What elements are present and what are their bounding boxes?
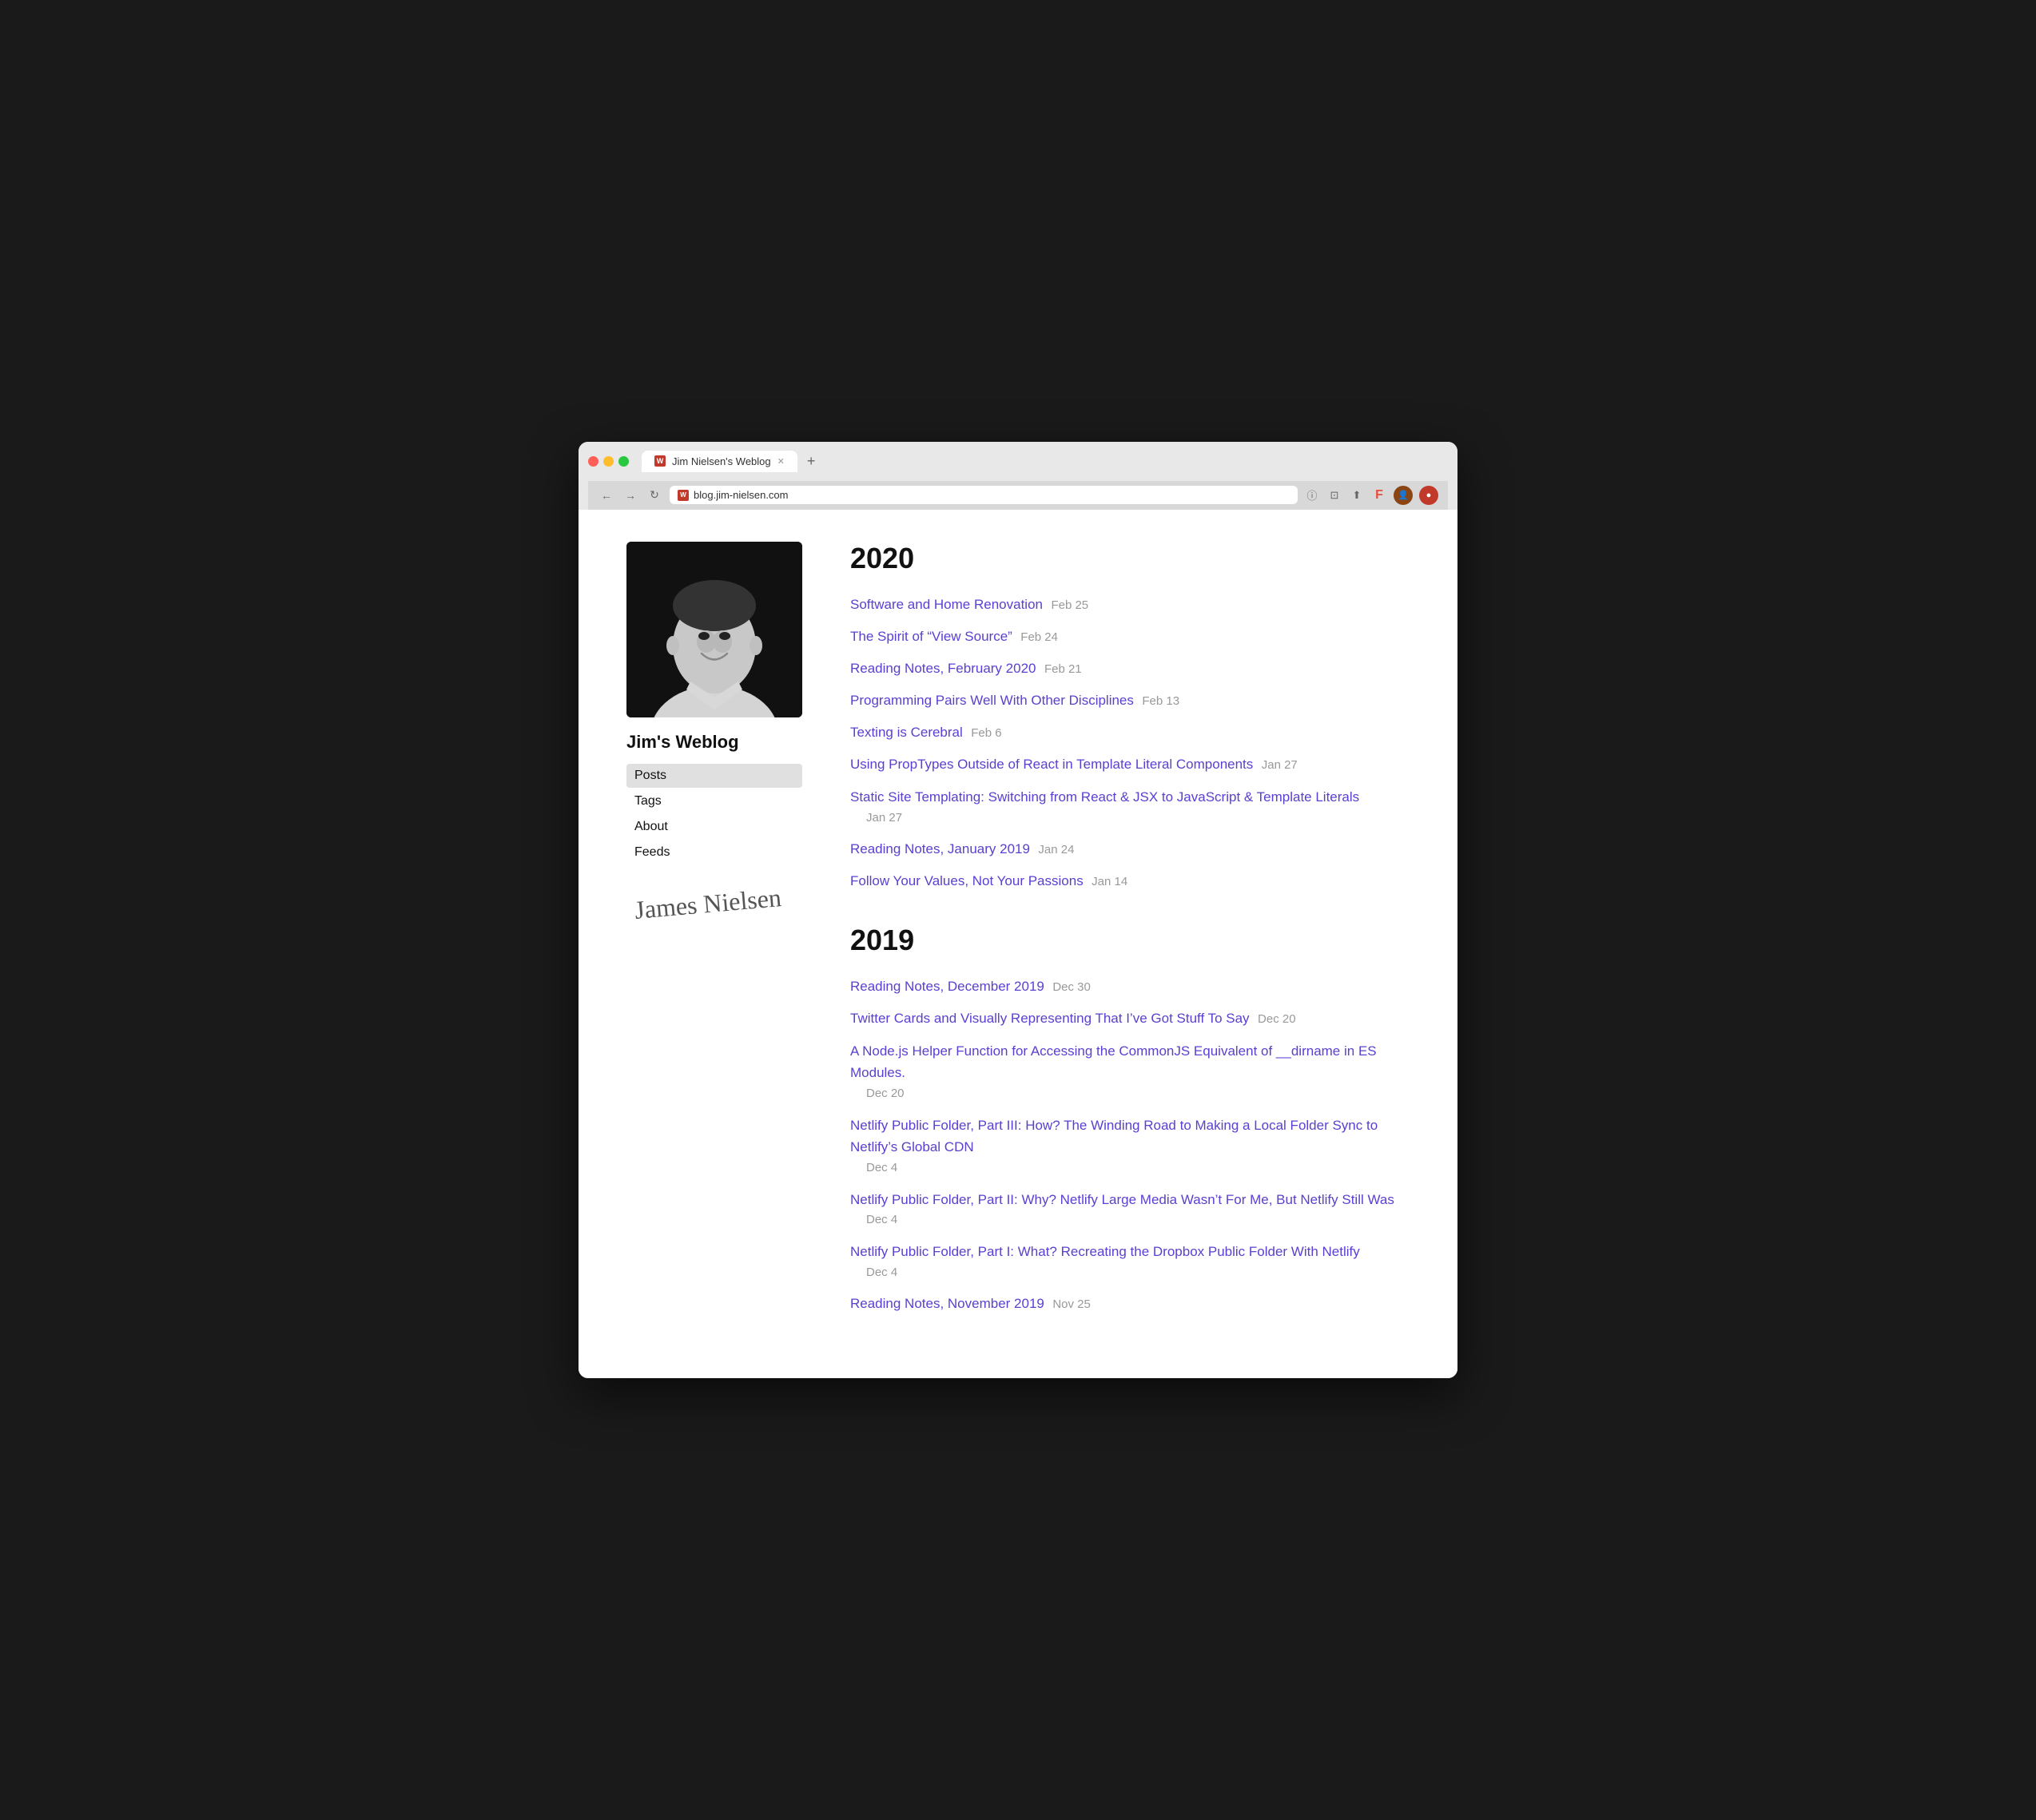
post-date: Dec 30 (1052, 980, 1091, 994)
tab-title: Jim Nielsen's Weblog (672, 455, 771, 467)
minimize-button[interactable] (603, 456, 614, 467)
browser-icons: ⓘ ⊡ ⬆ F 👤 ● (1304, 486, 1438, 505)
post-link[interactable]: Texting is Cerebral (850, 725, 963, 740)
nav-item-posts: Posts (626, 764, 802, 788)
nav-link-feeds[interactable]: Feeds (626, 840, 802, 864)
post-date: Dec 4 (866, 1158, 1410, 1178)
list-item: Programming Pairs Well With Other Discip… (850, 690, 1410, 711)
share-icon[interactable]: ⬆ (1349, 487, 1365, 503)
list-item: Reading Notes, January 2019 Jan 24 (850, 839, 1410, 860)
list-item: Netlify Public Folder, Part III: How? Th… (850, 1115, 1410, 1178)
nav-link-about[interactable]: About (626, 815, 802, 839)
post-link[interactable]: Netlify Public Folder, Part II: Why? Net… (850, 1192, 1394, 1207)
forward-button[interactable]: → (622, 487, 639, 503)
nav-link-posts[interactable]: Posts (626, 764, 802, 788)
reload-button[interactable]: ↻ (646, 487, 663, 503)
nav-list: Posts Tags About Feeds (626, 764, 802, 864)
post-link[interactable]: Follow Your Values, Not Your Passions (850, 873, 1084, 888)
post-date: Dec 20 (866, 1084, 1410, 1103)
post-date: Jan 24 (1038, 843, 1074, 856)
tab-favicon: W (654, 455, 666, 467)
list-item: Reading Notes, November 2019 Nov 25 (850, 1293, 1410, 1314)
list-item: Twitter Cards and Visually Representing … (850, 1008, 1410, 1029)
profile-photo (626, 542, 802, 717)
post-date: Feb 24 (1020, 630, 1058, 644)
tab-close-button[interactable]: ✕ (777, 456, 785, 467)
nav-item-feeds: Feeds (626, 840, 802, 864)
post-date: Nov 25 (1052, 1297, 1091, 1311)
post-date: Dec 4 (866, 1210, 1410, 1230)
browser-controls: W Jim Nielsen's Weblog ✕ + (588, 450, 1448, 473)
nav-item-tags: Tags (626, 789, 802, 813)
tab-bar: W Jim Nielsen's Weblog ✕ + (642, 450, 1448, 473)
post-date: Jan 27 (1262, 758, 1298, 772)
info-icon[interactable]: ⓘ (1304, 487, 1320, 503)
list-item: Reading Notes, December 2019 Dec 30 (850, 976, 1410, 997)
post-link[interactable]: Reading Notes, January 2019 (850, 841, 1030, 856)
post-date: Jan 14 (1092, 875, 1127, 888)
post-link[interactable]: A Node.js Helper Function for Accessing … (850, 1043, 1377, 1081)
address-bar[interactable]: W blog.jim-nielsen.com (670, 486, 1298, 504)
post-link[interactable]: Reading Notes, November 2019 (850, 1296, 1044, 1311)
user-avatar[interactable]: 👤 (1394, 486, 1413, 505)
cast-icon[interactable]: ⊡ (1326, 487, 1342, 503)
list-item: The Spirit of “View Source” Feb 24 (850, 626, 1410, 647)
traffic-lights (588, 456, 629, 467)
post-link[interactable]: The Spirit of “View Source” (850, 629, 1012, 644)
post-link[interactable]: Reading Notes, February 2020 (850, 661, 1036, 676)
post-link[interactable]: Twitter Cards and Visually Representing … (850, 1011, 1250, 1026)
post-date: Feb 6 (971, 726, 1001, 740)
list-item: Netlify Public Folder, Part II: Why? Net… (850, 1189, 1410, 1230)
post-date: Jan 27 (866, 809, 1410, 828)
list-item: Texting is Cerebral Feb 6 (850, 722, 1410, 743)
main-content: 2020 Software and Home Renovation Feb 25… (850, 542, 1410, 1346)
signature: James Nielsen (634, 882, 783, 925)
list-item: Reading Notes, February 2020 Feb 21 (850, 658, 1410, 679)
post-link[interactable]: Reading Notes, December 2019 (850, 979, 1044, 994)
browser-chrome: W Jim Nielsen's Weblog ✕ + ← → ↻ W blog.… (579, 442, 1457, 510)
new-tab-button[interactable]: + (801, 450, 822, 473)
list-item: Static Site Templating: Switching from R… (850, 786, 1410, 828)
post-date: Dec 4 (866, 1263, 1410, 1282)
active-tab[interactable]: W Jim Nielsen's Weblog ✕ (642, 451, 797, 472)
list-item: A Node.js Helper Function for Accessing … (850, 1040, 1410, 1103)
address-bar-row: ← → ↻ W blog.jim-nielsen.com ⓘ ⊡ ⬆ F 👤 ● (588, 481, 1448, 510)
list-item: Software and Home Renovation Feb 25 (850, 594, 1410, 615)
post-link[interactable]: Software and Home Renovation (850, 597, 1043, 612)
post-date: Feb 21 (1044, 662, 1082, 676)
post-link[interactable]: Netlify Public Folder, Part III: How? Th… (850, 1118, 1378, 1155)
back-button[interactable]: ← (598, 487, 615, 503)
site-title: Jim's Weblog (626, 732, 802, 753)
profile-icon[interactable]: ● (1419, 486, 1438, 505)
address-favicon: W (678, 490, 689, 501)
post-date: Feb 13 (1142, 694, 1179, 708)
post-date: Dec 20 (1258, 1012, 1296, 1026)
maximize-button[interactable] (618, 456, 629, 467)
post-link[interactable]: Programming Pairs Well With Other Discip… (850, 693, 1134, 708)
list-item: Netlify Public Folder, Part I: What? Rec… (850, 1241, 1410, 1282)
post-list-2019: Reading Notes, December 2019 Dec 30 Twit… (850, 976, 1410, 1315)
year-heading-2020: 2020 (850, 542, 1410, 575)
browser-window: W Jim Nielsen's Weblog ✕ + ← → ↻ W blog.… (579, 442, 1457, 1378)
post-link[interactable]: Using PropTypes Outside of React in Temp… (850, 757, 1253, 772)
page-content: Jim's Weblog Posts Tags About Feeds Jame… (579, 510, 1457, 1378)
close-button[interactable] (588, 456, 598, 467)
nav-link-tags[interactable]: Tags (626, 789, 802, 813)
nav-item-about: About (626, 815, 802, 839)
post-date: Feb 25 (1051, 598, 1088, 612)
sidebar: Jim's Weblog Posts Tags About Feeds Jame… (626, 542, 802, 1346)
post-link[interactable]: Netlify Public Folder, Part I: What? Rec… (850, 1244, 1360, 1259)
extensions-icon[interactable]: F (1371, 487, 1387, 503)
list-item: Follow Your Values, Not Your Passions Ja… (850, 871, 1410, 892)
post-list-2020: Software and Home Renovation Feb 25 The … (850, 594, 1410, 892)
year-heading-2019: 2019 (850, 924, 1410, 957)
post-link[interactable]: Static Site Templating: Switching from R… (850, 789, 1359, 805)
list-item: Using PropTypes Outside of React in Temp… (850, 754, 1410, 775)
url-text: blog.jim-nielsen.com (694, 489, 789, 501)
